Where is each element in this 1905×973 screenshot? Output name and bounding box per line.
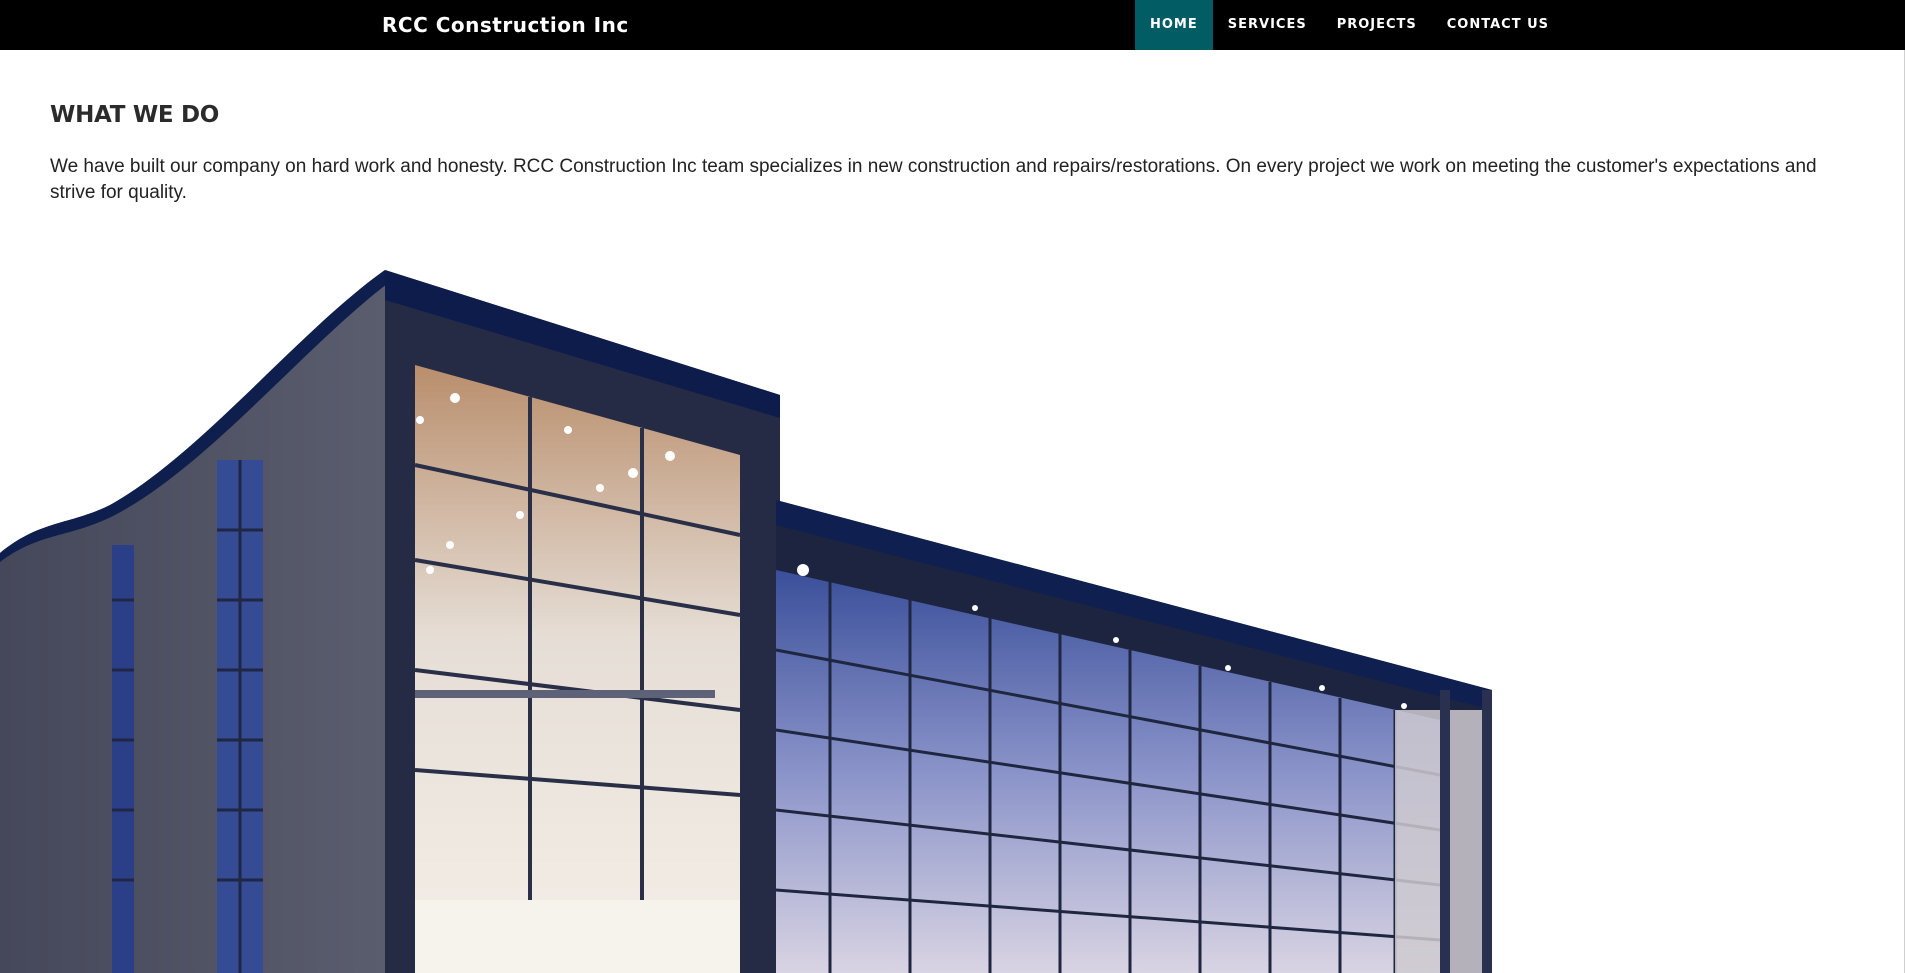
section-title: WHAT WE DO: [50, 102, 220, 128]
main-nav: HOME SERVICES PROJECTS CONTACT US: [1135, 0, 1564, 50]
top-navbar: RCC Construction Inc HOME SERVICES PROJE…: [0, 0, 1905, 50]
building-image: [0, 270, 1492, 973]
nav-projects[interactable]: PROJECTS: [1322, 0, 1432, 50]
main-content: WHAT WE DO We have built our company on …: [50, 50, 1860, 206]
nav-contact-us[interactable]: CONTACT US: [1432, 0, 1564, 50]
section-text: We have built our company on hard work a…: [50, 156, 1817, 203]
page: RCC Construction Inc HOME SERVICES PROJE…: [0, 0, 1905, 973]
brand-link[interactable]: RCC Construction Inc: [382, 0, 629, 50]
nav-home[interactable]: HOME: [1135, 0, 1213, 50]
nav-services[interactable]: SERVICES: [1213, 0, 1322, 50]
